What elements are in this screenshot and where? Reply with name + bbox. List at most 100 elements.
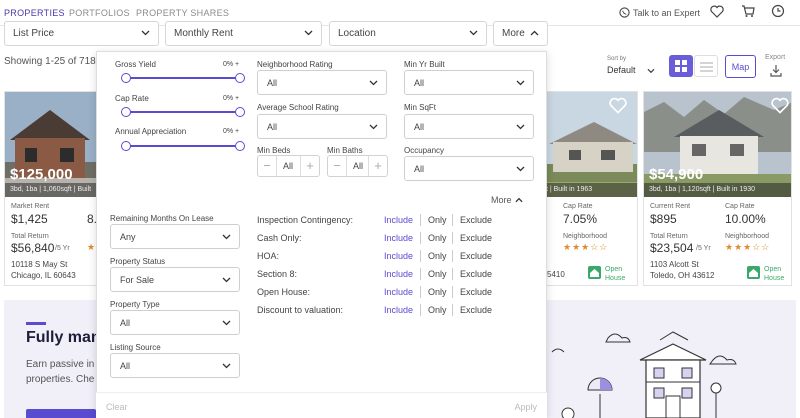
gross-yield-slider-track[interactable] (126, 77, 240, 79)
include-option[interactable]: Include (384, 251, 413, 261)
min-beds-stepper[interactable]: − All + (257, 155, 320, 177)
talk-to-expert-link[interactable]: Talk to an Expert (619, 7, 700, 18)
more-label: More (502, 28, 525, 39)
only-option[interactable]: Only (428, 233, 447, 243)
min-yr-built-label: Min Yr Built (404, 60, 445, 69)
chevron-down-icon (516, 124, 525, 130)
min-beds-value: All (283, 161, 294, 171)
property-status-select[interactable]: For Sale (110, 267, 240, 292)
include-option[interactable]: Include (384, 233, 413, 243)
neighborhood-label: Neighborhood (563, 233, 607, 240)
favorite-heart-icon[interactable] (771, 97, 789, 114)
banner-title: Fully man (26, 329, 101, 346)
only-option[interactable]: Only (428, 215, 447, 225)
exclude-option[interactable]: Exclude (460, 287, 492, 297)
neighborhood-label: Neighborhood (725, 233, 769, 240)
property-caption: 3bd, 1ba | 1,120sqft | Built in 1930 (644, 183, 791, 197)
exclude-option[interactable]: Exclude (460, 305, 492, 315)
chevron-down-icon (141, 30, 150, 36)
increment-button[interactable]: + (368, 156, 387, 176)
export-button[interactable]: Export (765, 54, 785, 77)
heart-icon[interactable] (710, 5, 724, 18)
list-view-button[interactable] (694, 55, 718, 77)
only-option[interactable]: Only (428, 287, 447, 297)
gross-yield-min-handle[interactable] (121, 73, 131, 83)
only-option[interactable]: Only (428, 269, 447, 279)
only-option[interactable]: Only (428, 251, 447, 261)
chevron-down-icon (222, 320, 231, 326)
exclude-option[interactable]: Exclude (460, 215, 492, 225)
min-baths-stepper[interactable]: − All + (327, 155, 388, 177)
location-filter[interactable]: Location (329, 21, 487, 46)
property-card[interactable]: ft | Built in 1963 Cap Rate 7.05% Neighb… (539, 91, 638, 286)
neighborhood-rating-value: All (267, 78, 278, 88)
map-button[interactable]: Map (725, 55, 756, 78)
exclude-option[interactable]: Exclude (460, 269, 492, 279)
include-option[interactable]: Include (384, 305, 413, 315)
toggle-row-label: Cash Only: (257, 233, 302, 243)
cart-icon[interactable] (741, 5, 755, 18)
panel-footer: Clear Apply (96, 392, 547, 418)
rent-label: Current Rent (650, 203, 691, 210)
listing-source-value: All (120, 361, 131, 371)
favorite-heart-icon[interactable] (609, 97, 627, 114)
min-yr-built-select[interactable]: All (404, 70, 534, 95)
chevron-down-icon (222, 363, 231, 369)
tab-portfolios[interactable]: PORTFOLIOS (69, 8, 130, 18)
tab-properties[interactable]: PROPERTIES (4, 8, 65, 18)
exclude-option[interactable]: Exclude (460, 251, 492, 261)
total-return-label: Total Return (650, 233, 688, 240)
annual-appreciation-slider-track[interactable] (126, 145, 240, 147)
more-filter[interactable]: More (493, 21, 548, 46)
school-rating-value: All (267, 122, 278, 132)
rating-star: ★ (87, 242, 97, 252)
banner-cta-button[interactable] (26, 409, 96, 418)
option-divider (452, 304, 453, 316)
decrement-button[interactable]: − (328, 156, 347, 176)
toggle-row-label: Inspection Contingency: (257, 215, 354, 225)
neighborhood-rating-select[interactable]: All (257, 70, 387, 95)
property-card[interactable]: $125,000 3bd, 1ba | 1,060sqft | Built Ma… (4, 91, 99, 286)
property-type-value: All (120, 318, 131, 328)
include-option[interactable]: Include (384, 287, 413, 297)
list-price-filter[interactable]: List Price (4, 21, 159, 46)
increment-button[interactable]: + (300, 156, 319, 176)
location-label: Location (338, 28, 376, 39)
occupancy-select[interactable]: All (404, 156, 534, 181)
chevron-down-icon (222, 234, 231, 240)
annual-appreciation-max-handle[interactable] (235, 141, 245, 151)
gross-yield-max-handle[interactable] (235, 73, 245, 83)
more-toggle-link[interactable]: More (491, 195, 523, 205)
sort-select[interactable]: Default (607, 65, 655, 75)
chevron-up-icon (530, 30, 539, 36)
annual-appreciation-value: 0% + (223, 128, 240, 135)
cap-rate-max-handle[interactable] (235, 107, 245, 117)
total-return-label: Total Return (11, 233, 49, 240)
open-house-icon (588, 266, 601, 279)
apply-button[interactable]: Apply (514, 402, 537, 412)
monthly-rent-filter[interactable]: Monthly Rent (165, 21, 322, 46)
school-rating-select[interactable]: All (257, 114, 387, 139)
remaining-months-select[interactable]: Any (110, 224, 240, 249)
history-icon[interactable] (771, 4, 785, 18)
occupancy-label: Occupancy (404, 146, 445, 155)
property-card[interactable]: $54,900 3bd, 1ba | 1,120sqft | Built in … (643, 91, 792, 286)
only-option[interactable]: Only (428, 305, 447, 315)
property-type-select[interactable]: All (110, 310, 240, 335)
include-option[interactable]: Include (384, 269, 413, 279)
cap-rate-value: 0% + (223, 95, 240, 102)
listing-source-select[interactable]: All (110, 353, 240, 378)
cap-rate-min-handle[interactable] (121, 107, 131, 117)
include-option[interactable]: Include (384, 215, 413, 225)
min-sqft-select[interactable]: All (404, 114, 534, 139)
option-divider (452, 286, 453, 298)
property-status-label: Property Status (110, 257, 166, 266)
tab-property-shares[interactable]: PROPERTY SHARES (136, 8, 229, 18)
clear-button[interactable]: Clear (106, 402, 128, 412)
grid-view-button[interactable] (669, 55, 693, 77)
sort-value: Default (607, 65, 636, 75)
decrement-button[interactable]: − (258, 156, 277, 176)
cap-rate-slider-track[interactable] (126, 111, 240, 113)
exclude-option[interactable]: Exclude (460, 233, 492, 243)
annual-appreciation-min-handle[interactable] (121, 141, 131, 151)
